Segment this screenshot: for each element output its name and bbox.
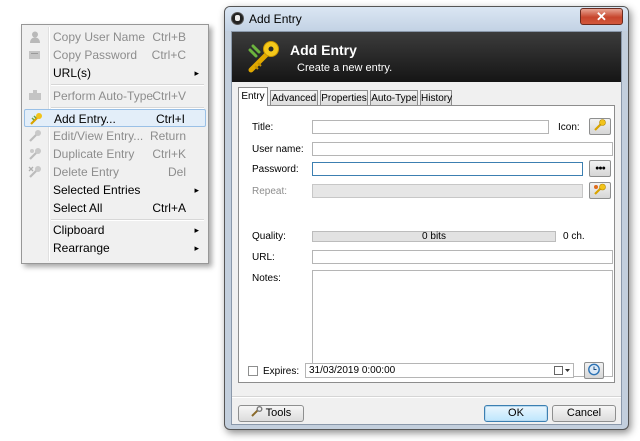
submenu-arrow-icon: ▸ (194, 68, 199, 78)
menu-item-edit-view-entry[interactable]: Edit/View Entry... Return (24, 127, 206, 145)
tools-label: Tools (265, 407, 292, 419)
expires-checkbox[interactable] (248, 366, 258, 376)
calendar-dropdown-icon (554, 366, 570, 375)
tools-button[interactable]: Tools (238, 405, 304, 422)
expires-label: Expires: (263, 366, 300, 377)
menu-item-delete-entry[interactable]: Delete Entry Del (24, 163, 206, 181)
banner-title: Add Entry (290, 42, 357, 58)
cancel-button[interactable]: Cancel (552, 405, 616, 422)
menu-item-copy-user-name[interactable]: Copy User Name Ctrl+B (24, 28, 206, 46)
menu-item-rearrange[interactable]: Rearrange ▸ (24, 239, 206, 257)
dialog-client: Add Entry Create a new entry. Entry Adva… (231, 31, 622, 425)
show-password-toggle[interactable]: ●●● (589, 160, 611, 177)
repeat-label: Repeat: (252, 186, 288, 197)
add-entry-window: Add Entry ✕ Add Entry Create a new entry… (224, 6, 629, 430)
user-icon (30, 31, 40, 43)
submenu-arrow-icon: ▸ (194, 185, 199, 195)
tab-advanced[interactable]: Advanced (270, 90, 318, 105)
title-input[interactable] (312, 120, 549, 134)
expiry-date-value: 31/03/2019 0:00:00 (309, 365, 396, 376)
icon-label: Icon: (558, 122, 580, 133)
close-button[interactable]: ✕ (580, 8, 623, 25)
key-icon (29, 51, 40, 59)
keyboard-icon (29, 90, 41, 100)
ok-button[interactable]: OK (484, 405, 548, 422)
context-menu: Copy User Name Ctrl+B Copy Password Ctrl… (21, 24, 209, 264)
icon-picker-button[interactable] (589, 118, 611, 135)
quality-bits: 0 bits (422, 231, 446, 242)
password-label: Password: (252, 164, 299, 175)
repeat-password-input (312, 184, 583, 198)
password-generator-icon (594, 183, 606, 195)
menu-separator (51, 84, 204, 86)
tab-auto-type[interactable]: Auto-Type (370, 90, 418, 105)
edit-entry-icon (29, 130, 41, 142)
quality-label: Quality: (252, 231, 286, 242)
url-label: URL: (252, 252, 275, 263)
password-generator-button[interactable] (589, 182, 611, 199)
password-input[interactable] (312, 162, 583, 176)
banner-subtitle: Create a new entry. (297, 62, 393, 74)
password-quality-bar: 0 bits (312, 231, 556, 242)
expiry-date-picker[interactable]: 31/03/2019 0:00:00 (305, 363, 574, 378)
menu-item-select-all[interactable]: Select All Ctrl+A (24, 199, 206, 217)
title-bar[interactable]: Add Entry ✕ (225, 7, 628, 31)
window-title: Add Entry (249, 12, 302, 26)
username-label: User name: (252, 144, 304, 155)
add-entry-icon (30, 113, 42, 125)
menu-item-selected-entries[interactable]: Selected Entries ▸ (24, 181, 206, 199)
menu-item-add-entry[interactable]: Add Entry... Ctrl+I (24, 109, 206, 127)
add-entry-banner-icon (248, 41, 279, 73)
menu-item-urls[interactable]: URL(s) ▸ (24, 64, 206, 82)
menu-item-copy-password[interactable]: Copy Password Ctrl+C (24, 46, 206, 64)
tab-entry[interactable]: Entry (238, 87, 268, 106)
submenu-arrow-icon: ▸ (194, 243, 199, 253)
wrench-icon (251, 406, 263, 417)
username-input[interactable] (312, 142, 613, 156)
keepass-lock-icon (231, 12, 244, 25)
close-icon: ✕ (596, 9, 607, 24)
tab-history[interactable]: History (420, 90, 452, 105)
menu-item-perform-auto-type[interactable]: Perform Auto-Type Ctrl+V (24, 87, 206, 105)
notes-textarea[interactable] (312, 270, 613, 377)
duplicate-entry-icon (29, 148, 41, 160)
quality-chars: 0 ch. (563, 231, 585, 242)
bottom-separator (232, 396, 621, 398)
submenu-arrow-icon: ▸ (194, 225, 199, 235)
clock-icon (588, 363, 600, 376)
notes-label: Notes: (252, 273, 281, 284)
tab-properties[interactable]: Properties (320, 90, 368, 105)
delete-entry-icon (28, 166, 41, 178)
entry-tab-pane: Title: Icon: User name: Password: ●●● Re… (238, 105, 615, 383)
menu-item-duplicate-entry[interactable]: Duplicate Entry Ctrl+K (24, 145, 206, 163)
key-icon (594, 119, 606, 131)
expiry-presets-button[interactable] (584, 362, 604, 379)
menu-item-clipboard[interactable]: Clipboard ▸ (24, 221, 206, 239)
title-label: Title: (252, 122, 274, 133)
url-input[interactable] (312, 250, 613, 264)
dialog-banner: Add Entry Create a new entry. (232, 32, 621, 82)
